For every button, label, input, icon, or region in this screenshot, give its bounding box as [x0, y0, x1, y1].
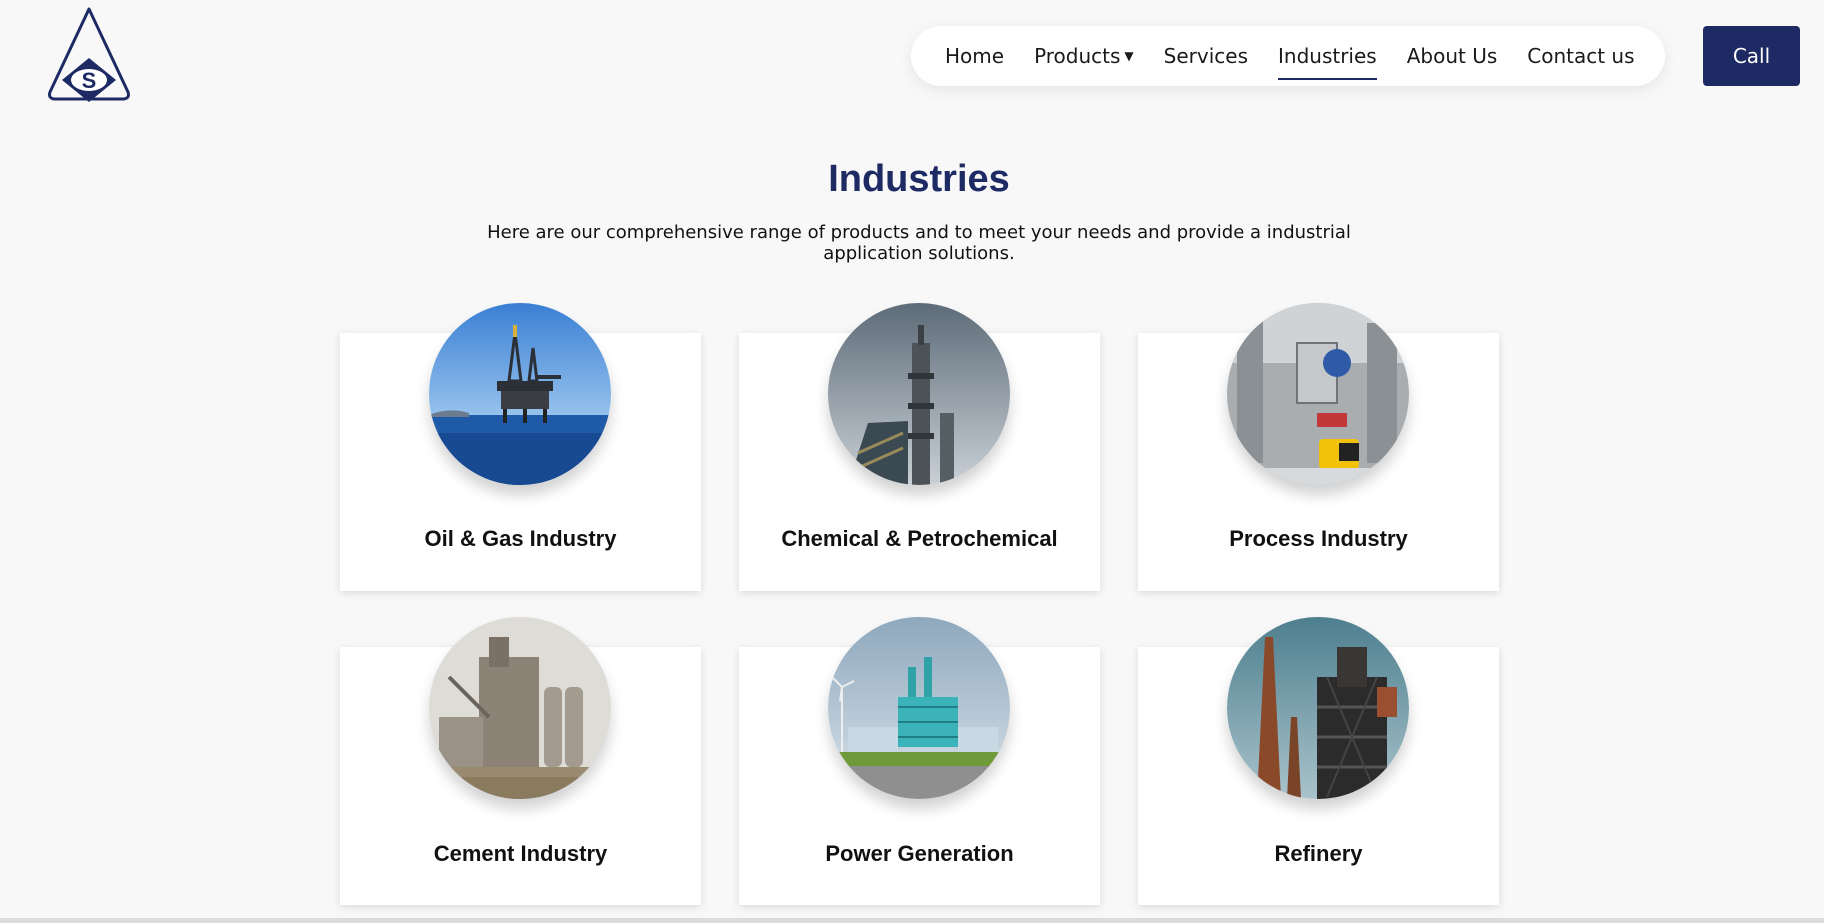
card-title: Cement Industry — [433, 841, 608, 866]
offshore-oil-rig-image — [429, 303, 611, 485]
nav-about-us[interactable]: About Us — [1407, 44, 1498, 68]
page-subtitle: Here are our comprehensive range of prod… — [487, 222, 1351, 264]
call-button[interactable]: Call — [1703, 26, 1800, 86]
process-machinery-image — [1227, 303, 1409, 485]
nav-home[interactable]: Home — [945, 44, 1004, 68]
card-title: Chemical & Petrochemical — [781, 526, 1058, 551]
page-title: Industries — [828, 158, 1010, 200]
main-nav: Home Products ▼ Services Industries About… — [911, 26, 1665, 86]
refinery-structure-image — [1227, 617, 1409, 799]
power-plant-image — [828, 617, 1010, 799]
card-title: Oil & Gas Industry — [424, 526, 617, 551]
nav-products[interactable]: Products ▼ — [1034, 44, 1134, 68]
card-title: Process Industry — [1229, 526, 1408, 551]
svg-text:S: S — [82, 68, 97, 93]
caret-down-icon: ▼ — [1124, 49, 1134, 63]
cement-plant-image — [429, 617, 611, 799]
company-logo[interactable]: S — [46, 6, 132, 106]
nav-services[interactable]: Services — [1164, 44, 1248, 68]
card-title: Power Generation — [825, 841, 1014, 866]
card-title: Refinery — [1274, 841, 1363, 866]
page-bottom-border — [0, 918, 1824, 923]
chemical-plant-tower-image — [828, 303, 1010, 485]
nav-contact-us[interactable]: Contact us — [1527, 44, 1634, 68]
nav-industries[interactable]: Industries — [1278, 44, 1377, 80]
